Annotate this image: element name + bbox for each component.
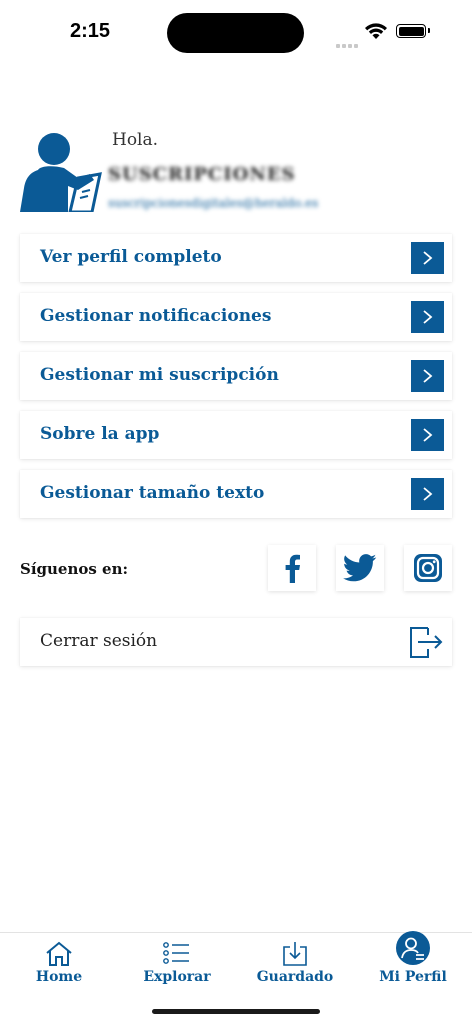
twitter-icon	[343, 554, 377, 582]
logout-label: Cerrar sesión	[40, 631, 158, 651]
logout-icon	[410, 627, 443, 658]
menu-item-label: Gestionar tamaño texto	[40, 483, 265, 503]
chevron-right-icon	[411, 242, 444, 274]
facebook-button[interactable]	[268, 545, 316, 591]
instagram-button[interactable]	[404, 545, 452, 591]
tab-label: Home	[35, 969, 83, 985]
home-icon	[46, 941, 72, 966]
menu-item-label: Gestionar notificaciones	[40, 306, 272, 326]
profile-header: Hola. SUSCRIPCIONES suscripcionesdigital…	[20, 130, 452, 215]
follow-us-label: Síguenos en:	[20, 560, 129, 578]
instagram-icon	[414, 554, 442, 582]
tab-home[interactable]: Home	[0, 933, 118, 1003]
manage-subscription-button[interactable]: Gestionar mi suscripción	[20, 352, 452, 400]
wifi-icon	[365, 23, 387, 39]
greeting-text: Hola.	[112, 130, 159, 150]
view-profile-button[interactable]: Ver perfil completo	[20, 234, 452, 282]
email-text: suscripcionesdigitales@heraldo.es	[108, 196, 319, 210]
status-time: 2:15	[70, 20, 111, 42]
menu-item-label: Sobre la app	[40, 424, 160, 444]
text-size-button[interactable]: Gestionar tamaño texto	[20, 470, 452, 518]
chevron-right-icon	[411, 478, 444, 510]
twitter-button[interactable]	[336, 545, 384, 591]
tab-label: Explorar	[143, 969, 211, 985]
menu-item-label: Ver perfil completo	[40, 247, 222, 267]
profile-menu: Ver perfil completo Gestionar notificaci…	[20, 234, 452, 529]
battery-icon	[396, 24, 430, 38]
save-icon	[283, 942, 307, 966]
menu-item-label: Gestionar mi suscripción	[40, 365, 279, 385]
chevron-right-icon	[411, 419, 444, 451]
facebook-icon	[285, 554, 300, 583]
chevron-right-icon	[411, 301, 444, 333]
tab-label: Guardado	[256, 969, 334, 985]
chevron-right-icon	[411, 360, 444, 392]
status-bar: 2:15	[0, 0, 472, 62]
tab-guardado[interactable]: Guardado	[236, 933, 354, 1003]
tab-label: Mi Perfil	[379, 969, 447, 985]
tab-explorar[interactable]: Explorar	[118, 933, 236, 1003]
profile-icon	[396, 931, 430, 965]
about-app-button[interactable]: Sobre la app	[20, 411, 452, 459]
home-indicator	[152, 1009, 320, 1014]
tab-mi-perfil[interactable]: Mi Perfil	[354, 931, 472, 1003]
dynamic-island	[167, 13, 304, 53]
logout-button[interactable]: Cerrar sesión	[20, 618, 452, 666]
list-icon	[163, 942, 189, 964]
username-text: SUSCRIPCIONES	[108, 164, 296, 185]
reader-avatar-icon	[20, 133, 102, 212]
manage-notifications-button[interactable]: Gestionar notificaciones	[20, 293, 452, 341]
signal-icon	[336, 33, 360, 52]
